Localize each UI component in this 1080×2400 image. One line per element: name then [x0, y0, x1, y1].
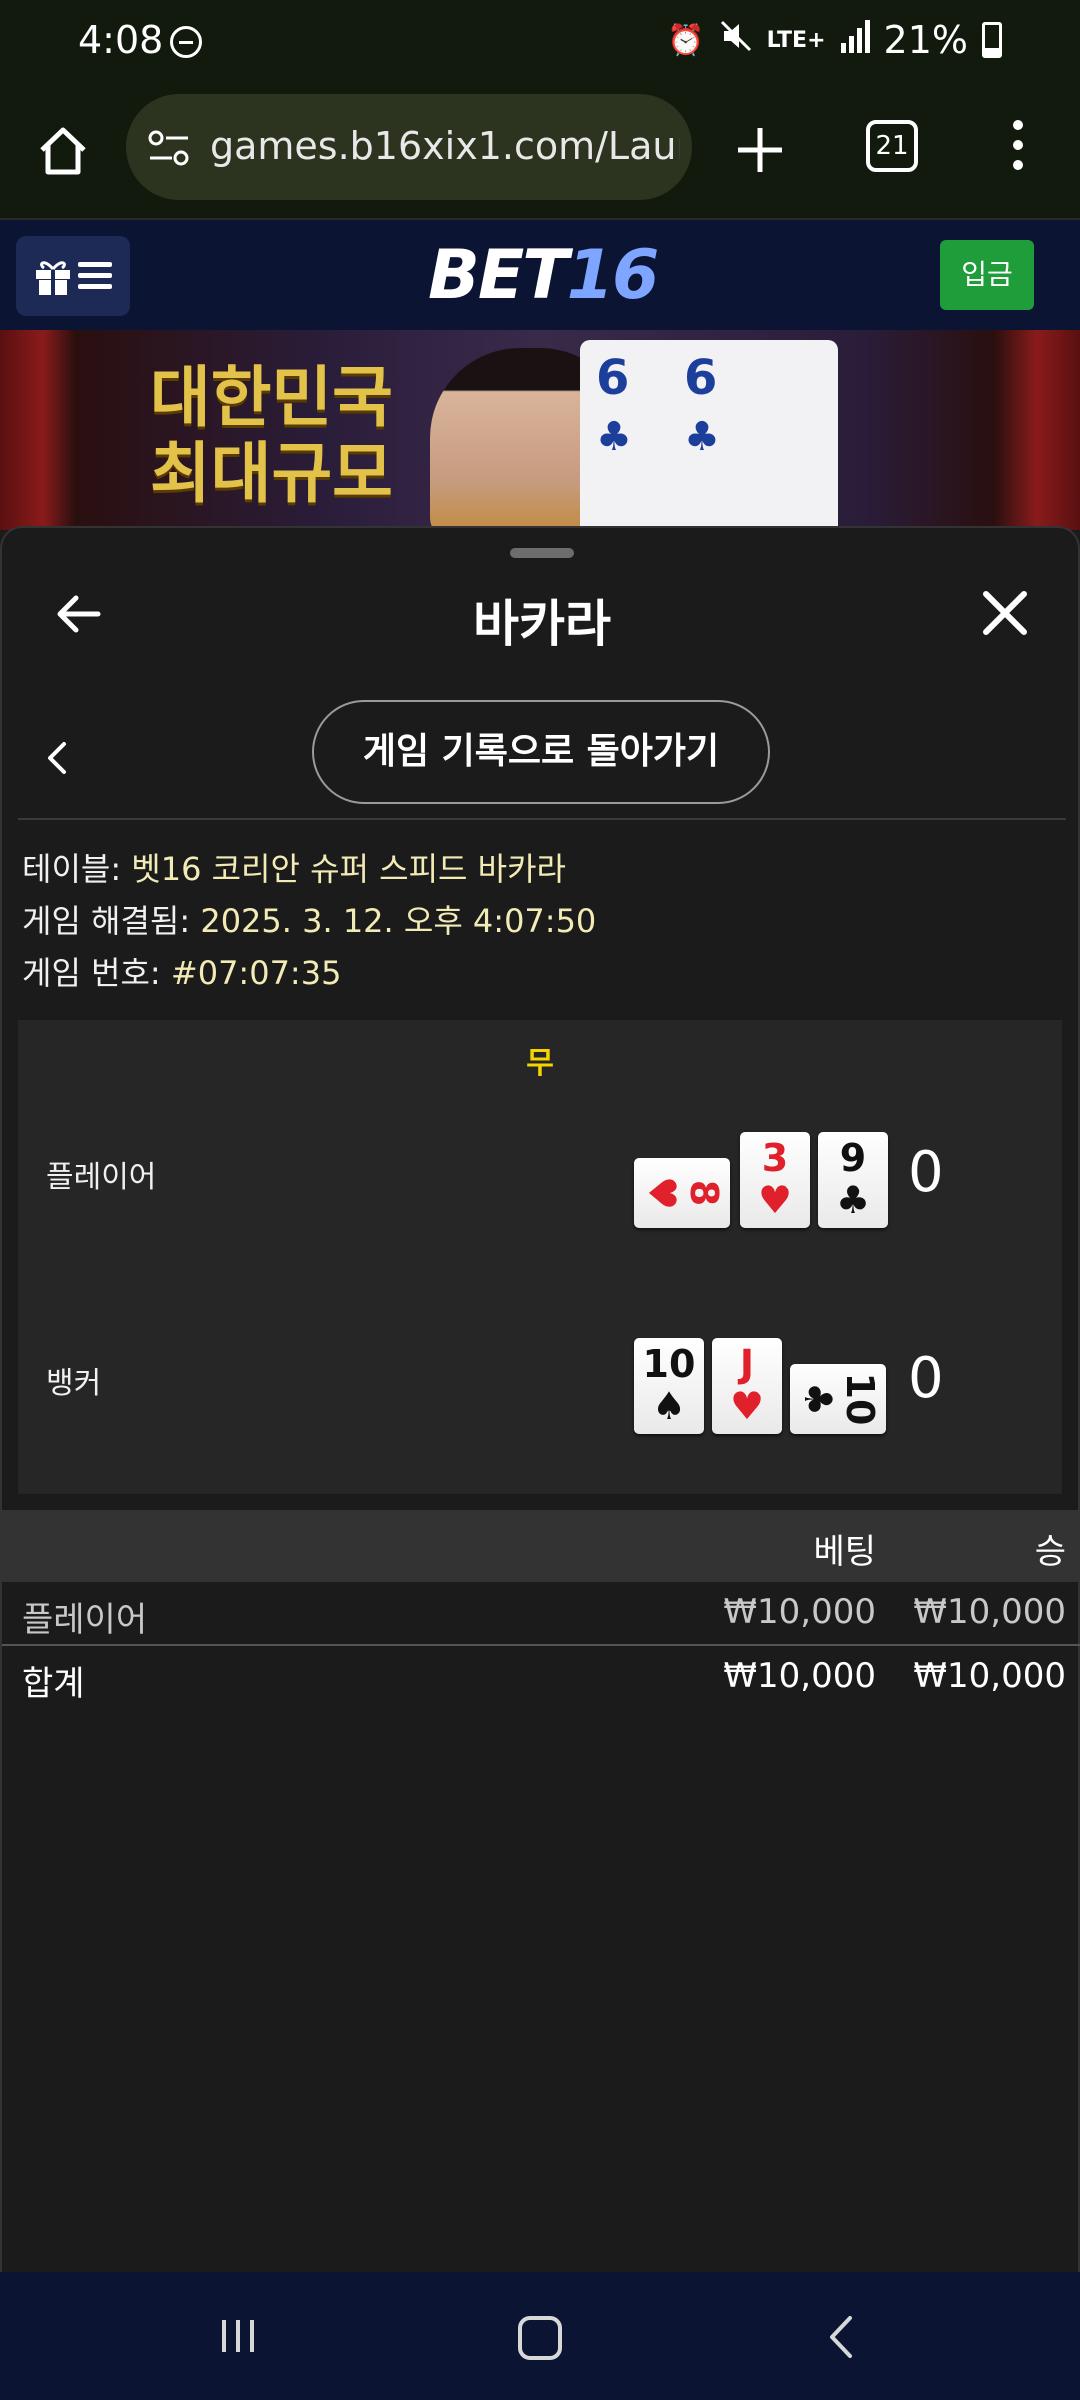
bet-row-bet: ₩10,000 — [723, 1592, 876, 1632]
home-icon[interactable] — [36, 124, 90, 178]
sheet-title: 바카라 — [473, 595, 611, 653]
battery-icon — [982, 22, 1002, 58]
column-header-win: 승 — [1034, 1532, 1066, 1572]
bet-table-header: 베팅 승 — [2, 1510, 1080, 1582]
table-info: 테이블: 벳16 코리안 슈퍼 스피드 바카라 — [22, 850, 566, 888]
browser-toolbar: games.b16xix1.com/Launch 21 — [0, 86, 1080, 220]
new-tab-icon[interactable] — [732, 122, 788, 178]
site-header: BET16 입금 — [0, 220, 1080, 330]
player-label: 플레이어 — [46, 1160, 157, 1195]
game-number-info: 게임 번호: #07:07:35 — [22, 954, 342, 992]
divider — [18, 818, 1066, 820]
deposit-button[interactable]: 입금 — [940, 240, 1034, 310]
battery-percent: 21% — [883, 18, 968, 62]
mute-icon — [719, 19, 753, 61]
more-menu-icon[interactable] — [1008, 120, 1028, 180]
tab-switcher-button[interactable]: 21 — [866, 120, 918, 172]
promo-banner[interactable]: 대한민국 최대규모 6 ♣ 6 ♣ — [0, 330, 1080, 530]
column-header-bet: 베팅 — [813, 1532, 876, 1572]
player-card-2: 3 ♥ — [740, 1132, 810, 1228]
address-bar[interactable]: games.b16xix1.com/Launch — [126, 94, 692, 200]
back-icon[interactable] — [826, 2314, 856, 2360]
alarm-icon: ⏰ — [667, 22, 705, 58]
banner-headline: 대한민국 최대규모 — [150, 359, 393, 512]
status-time: 4:08 — [78, 18, 164, 62]
chevron-left-icon[interactable] — [42, 738, 72, 778]
total-win: ₩10,000 — [913, 1656, 1066, 1696]
banker-card-2: J ♥ — [712, 1338, 782, 1434]
menu-button[interactable] — [16, 236, 130, 316]
dnd-icon — [170, 26, 202, 58]
site-settings-icon[interactable] — [148, 130, 190, 166]
system-nav-bar — [0, 2272, 1080, 2400]
banker-card-1: 10 ♠ — [634, 1338, 704, 1434]
bet-row-win: ₩10,000 — [913, 1592, 1066, 1632]
banker-score: 0 — [908, 1346, 944, 1411]
total-label: 합계 — [22, 1664, 85, 1704]
url-text[interactable]: games.b16xix1.com/Launch — [210, 124, 680, 168]
bet-row-label: 플레이어 — [22, 1600, 148, 1640]
player-card-3: 9 ♣ — [818, 1132, 888, 1228]
signal-icon — [840, 18, 870, 62]
network-type: LTE+ — [766, 27, 826, 53]
resolved-info: 게임 해결됨: 2025. 3. 12. 오후 4:07:50 — [22, 902, 597, 940]
outcome-label: 무 — [526, 1046, 554, 1081]
gift-icon — [36, 261, 70, 295]
player-card-1: 8 ♥ — [634, 1158, 730, 1228]
total-row: 합계 ₩10,000 ₩10,000 — [2, 1646, 1080, 1708]
result-panel: 무 플레이어 8 ♥ 3 ♥ 9 ♣ 0 뱅커 10 ♠ J ♥ 10 ♣ 0 — [18, 1020, 1062, 1494]
banner-card: 6 ♣ — [668, 340, 838, 530]
table-row: 플레이어 ₩10,000 ₩10,000 — [2, 1582, 1080, 1644]
hamburger-icon — [78, 262, 112, 295]
status-bar: 4:08 ⏰ LTE+ 21% — [0, 0, 1080, 86]
site-logo[interactable]: BET16 — [428, 236, 659, 315]
sheet-drag-handle[interactable] — [510, 548, 574, 558]
banker-label: 뱅커 — [46, 1366, 102, 1401]
recents-icon[interactable] — [218, 2316, 258, 2356]
game-detail-sheet: 바카라 게임 기록으로 돌아가기 테이블: 벳16 코리안 슈퍼 스피드 바카라… — [0, 526, 1080, 2274]
player-score: 0 — [908, 1140, 944, 1205]
close-icon[interactable] — [978, 586, 1032, 640]
back-to-history-button[interactable]: 게임 기록으로 돌아가기 — [312, 700, 770, 804]
total-bet: ₩10,000 — [723, 1656, 876, 1696]
home-button-icon[interactable] — [518, 2316, 562, 2360]
banker-card-3: 10 ♣ — [790, 1364, 886, 1434]
status-icons: ⏰ LTE+ 21% — [667, 18, 1002, 62]
